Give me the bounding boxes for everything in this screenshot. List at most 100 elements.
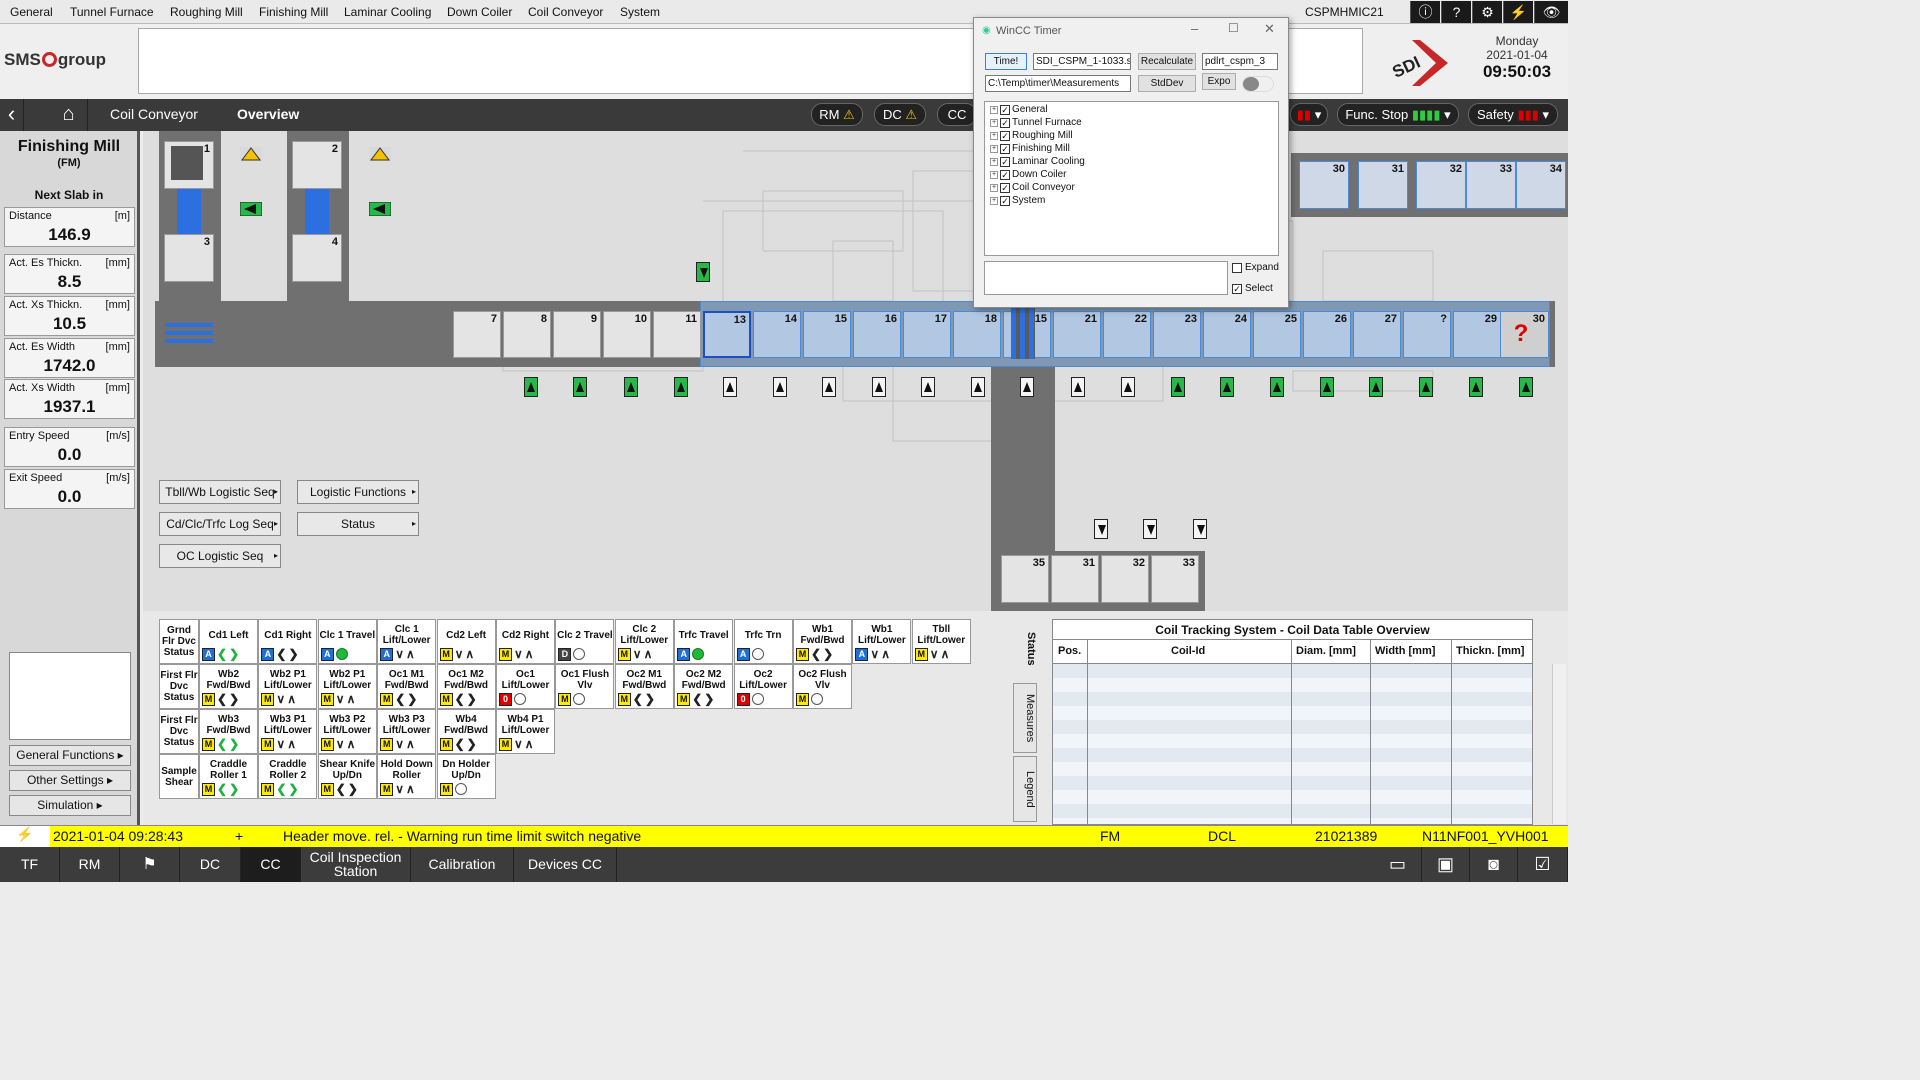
upper-slot-32[interactable]: 32 bbox=[1416, 161, 1466, 209]
bottom-cc[interactable]: CC bbox=[241, 847, 301, 882]
menu-down-coiler[interactable]: Down Coiler bbox=[447, 5, 512, 19]
time-button[interactable]: Time! bbox=[985, 53, 1027, 70]
upper-slot-34[interactable]: 34 bbox=[1516, 161, 1566, 209]
upper-slot-33[interactable]: 33 bbox=[1466, 161, 1516, 209]
table-body[interactable] bbox=[1053, 664, 1532, 824]
device-cell[interactable]: Wb3 P2 Lift/Lower M ∨ ∧ bbox=[317, 709, 377, 754]
conveyor-slot[interactable]: 7 bbox=[453, 311, 501, 358]
device-cell[interactable]: Wb2 P1 Lift/Lower M ∨ ∧ bbox=[258, 664, 318, 709]
conveyor-slot[interactable]: 15 bbox=[803, 311, 851, 358]
minimize-icon[interactable]: – bbox=[1191, 21, 1198, 36]
device-cell[interactable]: Cd1 Right A ❮ ❯ bbox=[258, 619, 318, 664]
conveyor-slot[interactable]: 25 bbox=[1253, 311, 1301, 358]
breadcrumb-coil-conveyor[interactable]: Coil Conveyor bbox=[110, 106, 198, 122]
conveyor-slot[interactable]: 13 bbox=[703, 311, 751, 358]
lower-slot-32[interactable]: 32 bbox=[1101, 555, 1149, 603]
conveyor-slot[interactable]: 26 bbox=[1303, 311, 1351, 358]
bottom-rm[interactable]: RM bbox=[60, 847, 120, 882]
tree-item[interactable]: + ✓ Finishing Mill bbox=[990, 143, 1070, 154]
menu-coil-conveyor[interactable]: Coil Conveyor bbox=[528, 5, 603, 19]
conveyor-slot[interactable]: 18 bbox=[953, 311, 1001, 358]
monitor-icon[interactable]: ▭ bbox=[1374, 847, 1422, 882]
expand-checkbox[interactable]: Expand bbox=[1232, 262, 1279, 273]
breadcrumb-overview[interactable]: Overview bbox=[237, 106, 299, 122]
upper-slot-30[interactable]: 30 bbox=[1299, 161, 1349, 209]
info-icon[interactable]: ⓘ bbox=[1410, 1, 1440, 23]
tab-status[interactable]: Status bbox=[1013, 619, 1037, 679]
device-cell[interactable]: Wb3 P3 Lift/Lower M ∨ ∧ bbox=[377, 709, 437, 754]
device-cell[interactable]: Trfc Travel A bbox=[674, 619, 734, 664]
tbll-wb-logistic-seq-button[interactable]: Tbll/Wb Logistic Seq bbox=[159, 480, 281, 504]
bottom-devices-cc[interactable]: Devices CC bbox=[514, 847, 617, 882]
conveyor-slot[interactable]: 17 bbox=[903, 311, 951, 358]
tree-item[interactable]: + ✓ Tunnel Furnace bbox=[990, 117, 1082, 128]
status-pill[interactable]: ▮▮ ▾ bbox=[1290, 103, 1328, 126]
home-icon[interactable]: ⌂ bbox=[50, 99, 88, 131]
menu-laminar-cooling[interactable]: Laminar Cooling bbox=[344, 5, 431, 19]
status-button[interactable]: Status bbox=[297, 512, 419, 536]
tree-item[interactable]: + ✓ General bbox=[990, 104, 1048, 115]
conveyor-slot[interactable]: 29 bbox=[1453, 311, 1501, 358]
tree-item[interactable]: + ✓ Laminar Cooling bbox=[990, 156, 1085, 167]
upper-slot-31[interactable]: 31 bbox=[1358, 161, 1408, 209]
conveyor-slot[interactable]: 27 bbox=[1353, 311, 1401, 358]
device-cell[interactable]: Hold Down Roller M ∨ ∧ bbox=[377, 754, 437, 799]
pill-rm[interactable]: RM ⚠ bbox=[811, 103, 863, 126]
help-icon[interactable]: ? bbox=[1441, 1, 1471, 23]
expo-toggle[interactable] bbox=[1242, 76, 1274, 92]
device-cell[interactable]: Trfc Trn A bbox=[733, 619, 793, 664]
conveyor-slot[interactable]: 23 bbox=[1153, 311, 1201, 358]
oc-logistic-seq-button[interactable]: OC Logistic Seq bbox=[159, 544, 281, 568]
general-functions-button[interactable]: General Functions ▸ bbox=[9, 745, 131, 766]
sql-file-input[interactable]: SDI_CSPM_1-1033.sql bbox=[1033, 53, 1131, 70]
device-cell[interactable]: Wb4 Fwd/Bwd M ❮ ❯ bbox=[436, 709, 496, 754]
device-cell[interactable]: Clc 2 Lift/Lower M ∨ ∧ bbox=[614, 619, 674, 664]
device-cell[interactable]: Tbll Lift/Lower M ∨ ∧ bbox=[911, 619, 971, 664]
profile-input[interactable]: pdlrt_cspm_3 bbox=[1202, 53, 1278, 70]
bottom-coil-inspection[interactable]: Coil Inspection Station bbox=[301, 847, 411, 882]
checklist-icon[interactable]: ☑ bbox=[1518, 847, 1568, 882]
tab-legend[interactable]: Legend bbox=[1013, 756, 1037, 822]
device-cell[interactable]: Cd1 Left A ❮ ❯ bbox=[199, 619, 258, 664]
conveyor-slot[interactable]: 14 bbox=[753, 311, 801, 358]
recalculate-button[interactable]: Recalculate bbox=[1138, 53, 1196, 70]
logistic-functions-button[interactable]: Logistic Functions bbox=[297, 480, 419, 504]
device-cell[interactable]: Wb1 Lift/Lower A ∨ ∧ bbox=[852, 619, 912, 664]
device-cell[interactable]: Clc 1 Travel A bbox=[317, 619, 377, 664]
tree-item[interactable]: + ✓ System bbox=[990, 195, 1045, 206]
device-cell[interactable]: Oc2 Flush Vlv M bbox=[793, 664, 852, 709]
maximize-icon[interactable]: ☐ bbox=[1228, 21, 1239, 35]
tree-item[interactable]: + ✓ Down Coiler bbox=[990, 169, 1066, 180]
conveyor-slot[interactable]: 22 bbox=[1103, 311, 1151, 358]
conveyor-slot[interactable]: ? bbox=[1403, 311, 1451, 358]
simulation-button[interactable]: Simulation ▸ bbox=[9, 795, 131, 816]
conveyor-slot[interactable]: 9 bbox=[553, 311, 601, 358]
func-stop-button[interactable]: Func. Stop ▮▮▮▮ ▾ bbox=[1337, 103, 1459, 126]
screen-icon[interactable]: ▣ bbox=[1422, 847, 1470, 882]
device-cell[interactable]: Oc1 M2 Fwd/Bwd M ❮ ❯ bbox=[436, 664, 496, 709]
bottom-dc[interactable]: DC bbox=[180, 847, 241, 882]
device-cell[interactable]: Oc2 M1 Fwd/Bwd M ❮ ❯ bbox=[614, 664, 674, 709]
device-cell[interactable]: Oc1 Flush Vlv M bbox=[555, 664, 615, 709]
device-cell[interactable]: Cd2 Right M ∨ ∧ bbox=[496, 619, 555, 664]
device-cell[interactable]: Oc1 M1 Fwd/Bwd M ❮ ❯ bbox=[377, 664, 437, 709]
device-cell[interactable]: Cd2 Left M ∨ ∧ bbox=[436, 619, 496, 664]
bottom-tf[interactable]: TF bbox=[0, 847, 60, 882]
device-cell[interactable]: Clc 2 Travel D bbox=[555, 619, 615, 664]
device-cell[interactable]: Wb4 P1 Lift/Lower M ∨ ∧ bbox=[496, 709, 555, 754]
device-cell[interactable]: Oc2 Lift/Lower 0 bbox=[733, 664, 793, 709]
conveyor-slot[interactable]: 10 bbox=[603, 311, 651, 358]
path-input[interactable]: C:\Temp\timer\Measurements bbox=[985, 75, 1131, 92]
device-cell[interactable]: Wb1 Fwd/Bwd M ❮ ❯ bbox=[793, 619, 852, 664]
device-cell[interactable]: Oc2 M2 Fwd/Bwd M ❮ ❯ bbox=[674, 664, 734, 709]
table-scrollbar[interactable] bbox=[1552, 664, 1566, 824]
conveyor-slot[interactable]: 24 bbox=[1203, 311, 1251, 358]
conveyor-slot[interactable]: 21 bbox=[1053, 311, 1101, 358]
device-cell[interactable]: Clc 1 Lift/Lower A ∨ ∧ bbox=[377, 619, 437, 664]
flag-icon[interactable]: ⚑ bbox=[120, 847, 180, 882]
device-cell[interactable]: Dn Holder Up/Dn M bbox=[436, 754, 496, 799]
select-checkbox[interactable]: ✓ Select bbox=[1232, 283, 1273, 294]
tree-item[interactable]: + ✓ Roughing Mill bbox=[990, 130, 1073, 141]
other-settings-button[interactable]: Other Settings ▸ bbox=[9, 770, 131, 791]
device-cell[interactable]: Shear Knife Up/Dn M ❮ ❯ bbox=[317, 754, 377, 799]
